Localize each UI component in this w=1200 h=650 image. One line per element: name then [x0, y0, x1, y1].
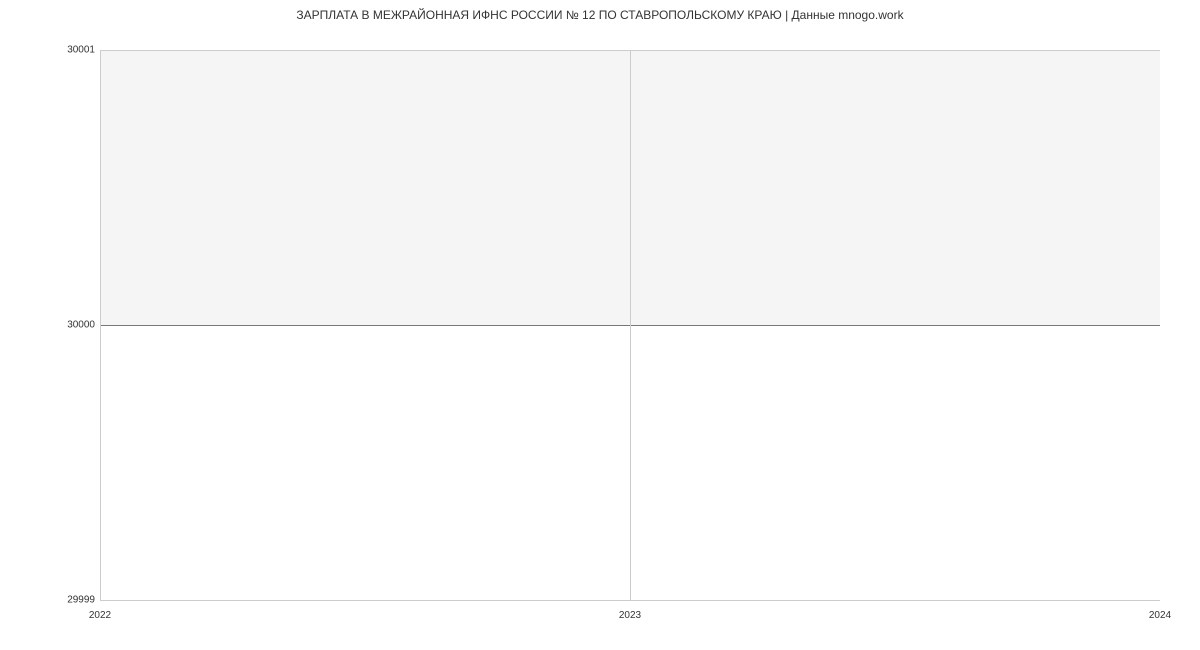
- x-tick-label: 2023: [619, 610, 641, 621]
- x-tick-label: 2024: [1149, 610, 1171, 621]
- chart-title: ЗАРПЛАТА В МЕЖРАЙОННАЯ ИФНС РОССИИ № 12 …: [296, 8, 903, 22]
- y-axis: [100, 50, 101, 600]
- y-tick-label: 29999: [67, 595, 95, 606]
- x-gridline-2023: [630, 50, 631, 600]
- y-tick-label: 30000: [67, 320, 95, 331]
- y-tick-label: 30001: [67, 45, 95, 56]
- x-axis: [100, 600, 1160, 601]
- x-tick-label: 2022: [89, 610, 111, 621]
